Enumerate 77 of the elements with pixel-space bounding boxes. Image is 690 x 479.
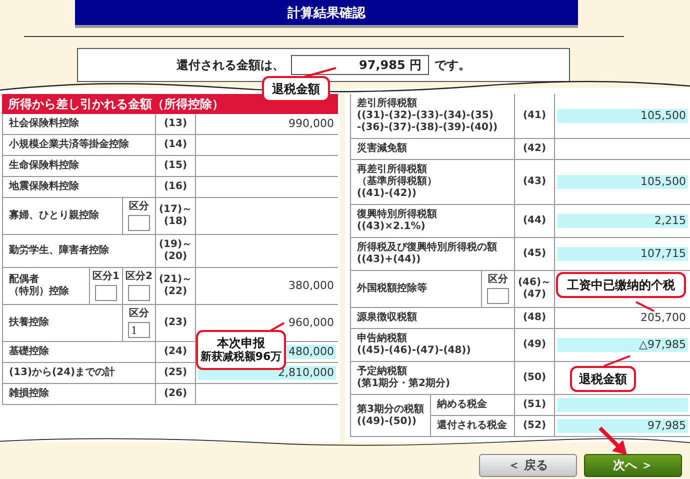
row-label: 第3期分の税額 ((49)-(50))	[350, 395, 430, 436]
row-label: 扶養控除	[2, 305, 122, 341]
item-number: (24)	[155, 342, 195, 362]
back-button[interactable]: ＜ 戻る	[479, 454, 577, 477]
category-field[interactable]	[95, 285, 117, 301]
item-number: (21)～ (22)	[155, 268, 195, 304]
item-number: (25)	[155, 363, 195, 383]
amount-value: 97,985	[557, 419, 688, 433]
category-label: 区分	[129, 308, 149, 320]
row-label: 納める税金	[430, 395, 514, 415]
callout: 退税金額	[570, 366, 636, 392]
amount-value: 205,700	[640, 311, 687, 325]
refund-suffix: です。	[434, 56, 470, 74]
callout: 工资中已缴纳的个税	[556, 272, 686, 298]
item-number: (45)	[514, 238, 554, 270]
row-label: 源泉徴収税額	[350, 308, 514, 328]
item-number: (50)	[514, 362, 554, 394]
row-label: 所得税及び復興特別所得税の額 ((43)+(44))	[350, 238, 514, 270]
row-label: 小規模企業共済等掛金控除	[2, 135, 155, 155]
item-number: (51)	[514, 395, 554, 415]
category-label: 区分1	[92, 271, 120, 283]
row-label: 災害減免額	[350, 139, 514, 159]
callout: 退税金額	[262, 76, 330, 102]
category-field[interactable]	[487, 288, 509, 304]
item-number: (46)～ (47)	[514, 271, 554, 307]
item-number: (42)	[514, 139, 554, 159]
row-label: 再差引所得税額 （基準所得税額） ((41)-(42))	[350, 160, 514, 204]
item-number: (13)	[155, 114, 195, 134]
item-number: (23)	[155, 305, 195, 341]
row-label: 勤労学生、障害者控除	[2, 235, 155, 267]
next-button[interactable]: 次へ ＞	[584, 454, 682, 477]
callout: 本次申报 新获减税额96万	[196, 330, 286, 370]
item-number: (44)	[514, 205, 554, 237]
amount-value: 105,500	[557, 109, 688, 123]
row-label: 還付される税金	[430, 416, 514, 436]
section-header: 所得から差し引かれる金額（所得控除）	[2, 94, 338, 114]
item-number: (52)	[514, 416, 554, 436]
amount-value: △97,985	[557, 338, 688, 352]
category-label: 区分2	[126, 271, 152, 283]
row-label: 地震保険料控除	[2, 177, 155, 197]
item-number: (17)～ (18)	[155, 198, 195, 234]
item-number: (16)	[155, 177, 195, 197]
category-label: 区分	[129, 201, 149, 213]
row-label: 基礎控除	[2, 342, 155, 362]
row-label: 配偶者 （特別）控除	[2, 268, 89, 304]
category-field[interactable]: 1	[128, 322, 150, 338]
refund-label: 還付される金額は、	[176, 56, 284, 74]
row-label: 差引所得税額 ((31)-(32)-(33)-(34)-(35) -(36)-(37)-(38)-(39)-(40))	[350, 94, 514, 138]
row-label: 予定納税額 (第1期分・第2期分)	[350, 362, 514, 394]
row-label: (13)から(24)までの計	[2, 363, 155, 383]
item-number: (19)～ (20)	[155, 235, 195, 267]
category-field[interactable]	[128, 285, 150, 301]
item-number: (41)	[514, 94, 554, 138]
amount-value: 960,000	[288, 316, 335, 330]
category-label: 区分	[488, 274, 508, 286]
amount-value: 2,215	[557, 214, 688, 228]
amount-value: 380,000	[288, 279, 335, 293]
page-title: 計算結果確認	[75, 0, 578, 28]
category-field[interactable]	[128, 215, 150, 231]
row-label: 社会保険料控除	[2, 114, 155, 134]
row-label: 雑損控除	[2, 384, 155, 404]
item-number: (49)	[514, 329, 554, 361]
row-label: 寡婦、ひとり親控除	[2, 198, 122, 234]
refund-amount-field: 97,985 円	[290, 55, 428, 75]
amount-value: 107,715	[557, 247, 688, 261]
row-label: 外国税額控除等	[350, 271, 481, 307]
amount-value: 990,000	[288, 117, 335, 131]
pointer-arrow	[596, 424, 630, 458]
item-number: (43)	[514, 160, 554, 204]
item-number: (26)	[155, 384, 195, 404]
amount-value: 105,500	[557, 175, 688, 189]
row-label: 申告納税額 ((45)-(46)-(47)-(48))	[350, 329, 514, 361]
item-number: (15)	[155, 156, 195, 176]
item-number: (48)	[514, 308, 554, 328]
row-label: 生命保険料控除	[2, 156, 155, 176]
row-label: 復興特別所得税額 ((43)×2.1%)	[350, 205, 514, 237]
item-number: (14)	[155, 135, 195, 155]
